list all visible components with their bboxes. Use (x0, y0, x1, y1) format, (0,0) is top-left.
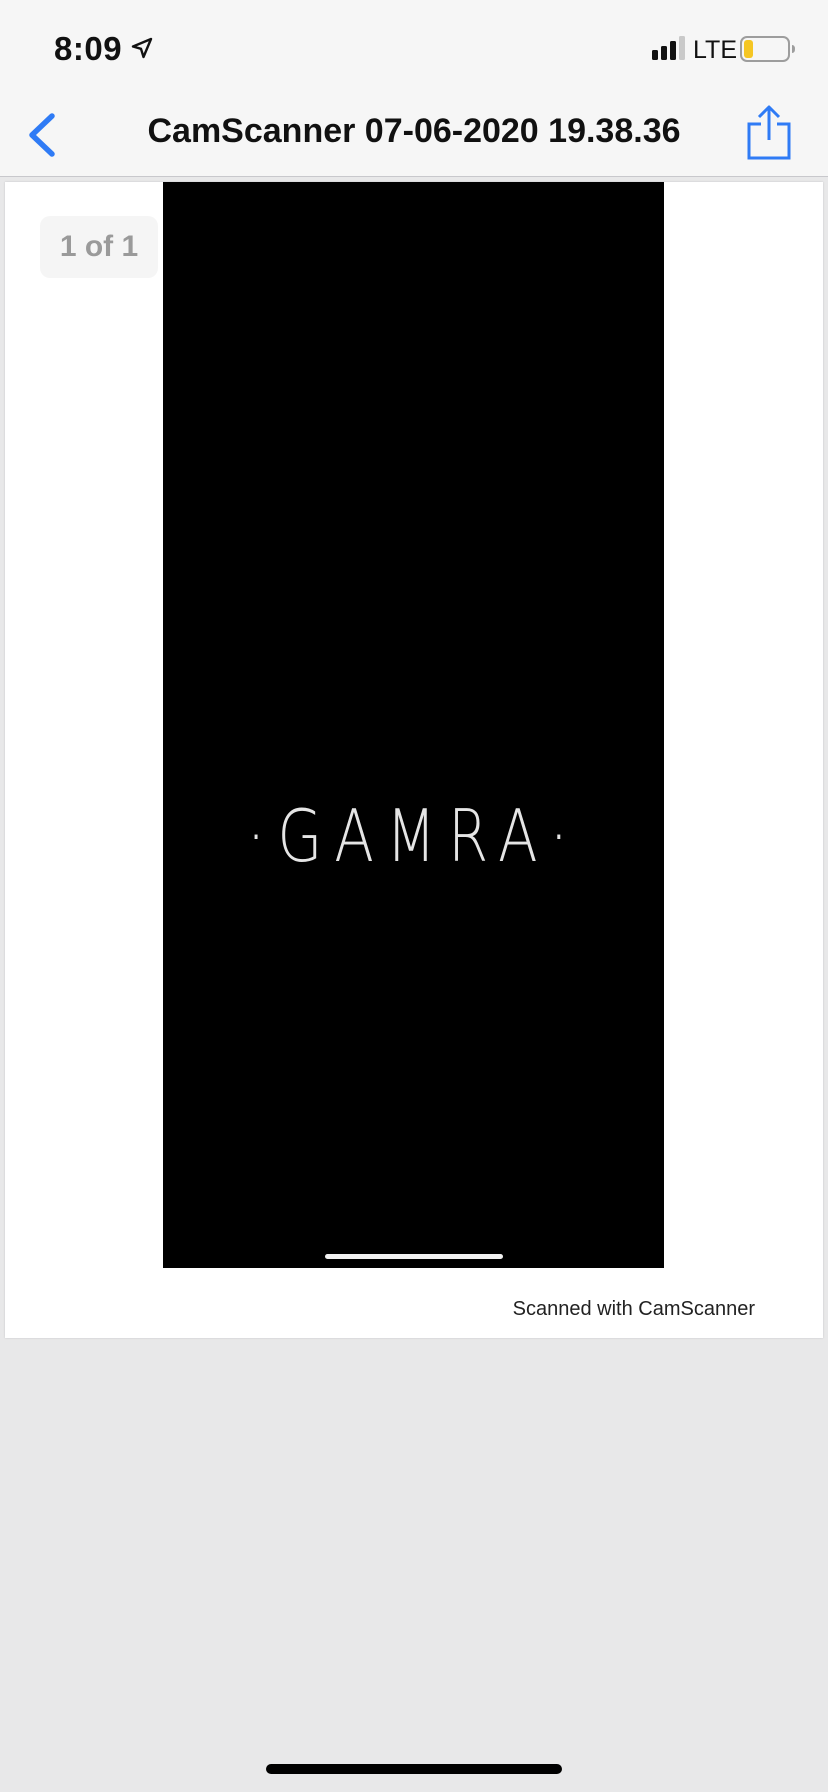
cellular-signal-icon (652, 36, 685, 60)
scan-logo: ·GAMRA· (246, 793, 581, 879)
location-arrow-icon (131, 37, 153, 59)
navigation-bar: CamScanner 07-06-2020 19.38.36 (0, 100, 828, 176)
watermark: Scanned with CamScanner (512, 1298, 755, 1320)
home-indicator[interactable] (266, 1764, 562, 1774)
scan-home-indicator (325, 1254, 503, 1259)
status-time: 8:09 (54, 30, 123, 67)
status-bar: 8:09 LTE (0, 0, 828, 100)
document-page: ·GAMRA· 1 of 1 Scanned with CamScanner (5, 182, 823, 1338)
top-chrome: 8:09 LTE CamScanner 07-06-2020 19.38.36 (0, 0, 828, 177)
scanned-image: ·GAMRA· (163, 182, 664, 1268)
network-label: LTE (693, 36, 737, 64)
battery-low-icon (740, 36, 795, 62)
chevron-left-icon[interactable] (18, 108, 68, 162)
document-title: CamScanner 07-06-2020 19.38.36 (147, 112, 681, 150)
share-icon[interactable] (744, 104, 794, 162)
page-counter: 1 of 1 (40, 216, 158, 278)
